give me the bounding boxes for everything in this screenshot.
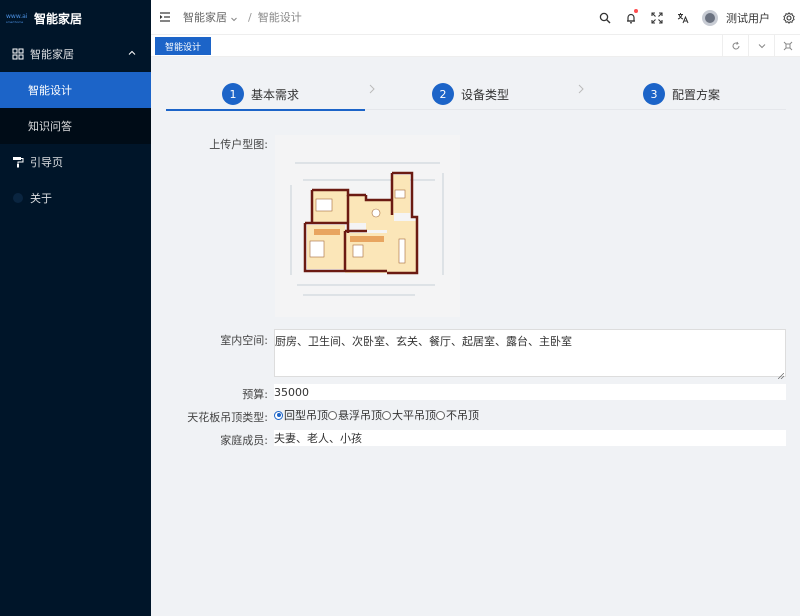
user-menu[interactable]: 测试用户: [696, 9, 778, 26]
sidebar-item-about[interactable]: 关于: [0, 180, 151, 216]
header-actions: 测试用户: [592, 0, 800, 35]
radio-selected[interactable]: [274, 410, 283, 420]
sidebar: www.ai smarthome 智能家居 智能家居 智能设计 知识问答 引导页…: [0, 0, 151, 616]
app-title: 智能家居: [34, 11, 83, 26]
logo-small-text: www.ai: [6, 12, 28, 20]
sidebar-item-smart-design[interactable]: 智能设计: [0, 72, 151, 108]
ceiling-option-label: 大平吊顶: [392, 409, 436, 422]
refresh-button[interactable]: [722, 35, 748, 57]
translate-icon: [677, 12, 689, 23]
ceiling-option-label: 悬浮吊顶: [338, 409, 382, 422]
ceiling-option-none[interactable]: 不吊顶: [436, 407, 479, 423]
radio[interactable]: [382, 410, 391, 420]
step-3[interactable]: 3 配置方案: [643, 77, 720, 111]
ceiling-option-daping[interactable]: 大平吊顶: [382, 407, 436, 423]
info-icon: [12, 192, 24, 204]
space-textarea[interactable]: 厨房、卫生间、次卧室、玄关、餐厅、起居室、露台、主卧室: [274, 329, 786, 380]
step-1[interactable]: 1 基本需求: [222, 77, 299, 111]
ceiling-radio-group: 回型吊顶 悬浮吊顶 大平吊顶 不吊顶: [274, 408, 479, 422]
fullscreen-button[interactable]: [644, 0, 670, 35]
grid-icon: [12, 48, 24, 60]
sidebar-item-label: 知识问答: [28, 120, 72, 133]
floor-plan-upload[interactable]: [275, 135, 460, 317]
step-title: 设备类型: [461, 87, 510, 102]
space-value: 厨房、卫生间、次卧室、玄关、餐厅、起居室、露台、主卧室: [275, 335, 572, 348]
tabs-bar: 智能设计: [151, 35, 800, 57]
tab-dropdown-button[interactable]: [748, 35, 774, 57]
breadcrumb: 智能家居 / 智能设计: [183, 9, 302, 25]
fullscreen-icon: [651, 11, 663, 24]
step-2[interactable]: 2 设备类型: [432, 77, 509, 111]
user-name: 测试用户: [726, 11, 770, 25]
chevron-down-icon: [758, 44, 765, 49]
sidebar-item-knowledge-qa[interactable]: 知识问答: [0, 108, 151, 144]
steps: 1 基本需求 2 设备类型 3 配置方案: [166, 77, 786, 111]
logo-tiny-text: smarthome: [6, 19, 24, 24]
search-button[interactable]: [592, 0, 618, 35]
space-label: 室内空间:: [220, 334, 268, 347]
breadcrumb-item-current: 智能设计: [257, 11, 302, 24]
ceiling-label: 天花板吊顶类型:: [187, 411, 268, 424]
notification-button[interactable]: [618, 0, 644, 35]
chevron-right-icon: [576, 83, 586, 94]
breadcrumb-item-smart-home[interactable]: 智能家居: [183, 9, 227, 25]
resize-handle-icon[interactable]: [777, 369, 785, 380]
maximize-button[interactable]: [774, 35, 800, 57]
logo-mark: www.ai smarthome: [6, 11, 30, 25]
steps-active-indicator: [166, 109, 365, 111]
avatar: [702, 9, 718, 26]
sidebar-group-smart-home[interactable]: 智能家居: [0, 36, 151, 72]
family-input[interactable]: 夫妻、老人、小孩: [274, 430, 786, 446]
budget-label: 预算:: [242, 388, 268, 401]
tab-smart-design[interactable]: 智能设计: [155, 37, 212, 55]
chevron-down-icon[interactable]: [230, 13, 238, 22]
step-number: 2: [432, 83, 454, 105]
step-title: 基本需求: [251, 87, 300, 102]
step-number: 3: [643, 83, 665, 105]
settings-button[interactable]: [778, 0, 800, 35]
ceiling-option-xuanfu[interactable]: 悬浮吊顶: [328, 407, 382, 423]
sidebar-group-label: 智能家居: [30, 48, 74, 61]
budget-input[interactable]: 35000: [274, 384, 786, 400]
step-title: 配置方案: [672, 87, 721, 102]
paint-roller-icon: [12, 156, 24, 168]
chevron-up-icon: [127, 48, 137, 58]
tab-actions: [722, 35, 800, 57]
maximize-icon: [783, 41, 792, 51]
step-number: 1: [222, 83, 244, 105]
ceiling-option-label: 回型吊顶: [284, 409, 328, 422]
budget-value: 35000: [274, 385, 309, 399]
bell-icon: [627, 13, 635, 23]
radio[interactable]: [328, 410, 337, 420]
search-icon: [599, 12, 611, 23]
radio[interactable]: [436, 410, 445, 420]
ceiling-option-huixing[interactable]: 回型吊顶: [274, 407, 328, 423]
refresh-icon: [732, 41, 739, 50]
floor-plan-image: [290, 162, 444, 296]
gear-icon: [783, 11, 795, 24]
ceiling-option-label: 不吊顶: [446, 409, 479, 422]
top-header: 智能家居 / 智能设计 测试用户: [151, 0, 800, 35]
logo[interactable]: www.ai smarthome 智能家居: [0, 0, 151, 36]
chevron-right-icon: [367, 83, 377, 94]
family-label: 家庭成员:: [220, 434, 268, 447]
sidebar-item-guide[interactable]: 引导页: [0, 144, 151, 180]
upload-label: 上传户型图:: [209, 138, 268, 151]
menu-fold-icon[interactable]: [159, 11, 171, 23]
sidebar-item-label: 引导页: [30, 156, 63, 169]
notification-badge: [634, 9, 638, 13]
sidebar-item-label: 智能设计: [28, 84, 72, 97]
family-value: 夫妻、老人、小孩: [274, 432, 362, 445]
breadcrumb-separator: /: [248, 10, 252, 24]
language-button[interactable]: [670, 0, 696, 35]
sidebar-item-label: 关于: [30, 192, 52, 205]
main-content: 1 基本需求 2 设备类型 3 配置方案 上传户型图: 室内空间: 厨房、卫生间…: [151, 57, 800, 616]
